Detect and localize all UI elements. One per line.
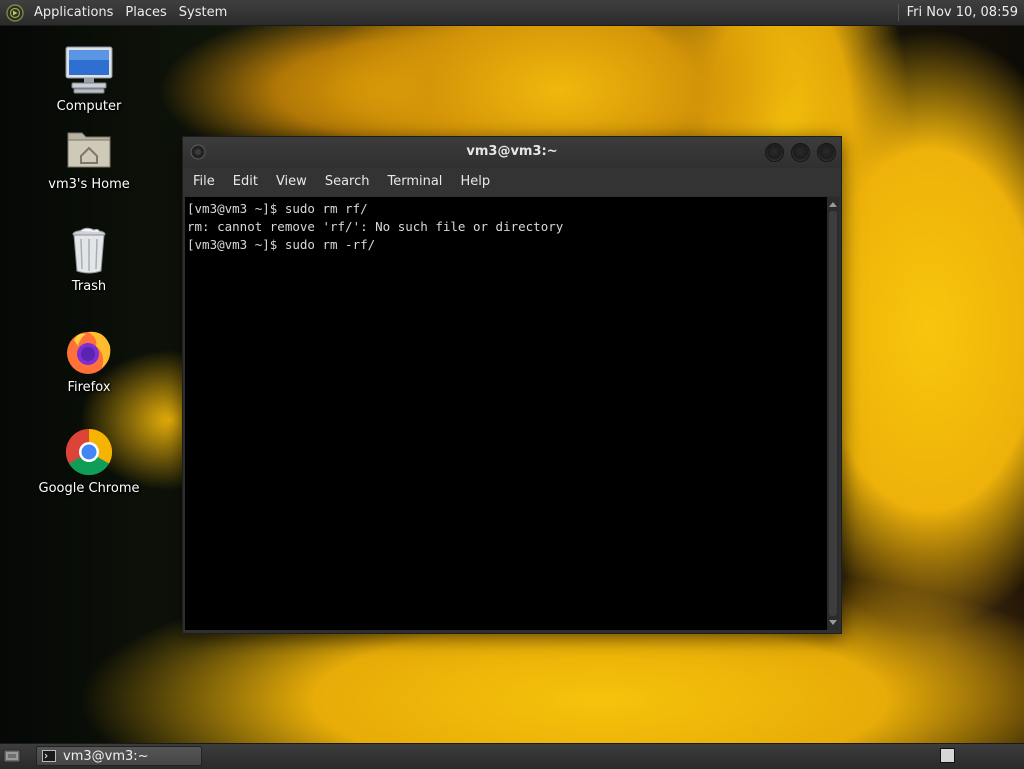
- menu-search[interactable]: Search: [316, 168, 379, 196]
- terminal-line: rm: cannot remove 'rf/': No such file or…: [187, 219, 564, 234]
- desktop-icon-firefox[interactable]: Firefox: [29, 326, 149, 395]
- desktop-icon-label: Trash: [71, 279, 107, 294]
- scroll-thumb[interactable]: [829, 211, 837, 616]
- taskbar-window-button[interactable]: vm3@vm3:~: [36, 746, 202, 766]
- maximize-button[interactable]: [791, 143, 810, 162]
- trash-icon: [72, 227, 106, 274]
- home-folder-icon: [67, 132, 111, 168]
- desktop-icon-label: Firefox: [67, 380, 111, 395]
- terminal-icon: [42, 750, 56, 762]
- applications-menu[interactable]: Applications: [30, 0, 121, 25]
- desktop-icon-chrome[interactable]: Google Chrome: [29, 427, 149, 496]
- desktop-icon-label: Computer: [56, 99, 122, 114]
- menu-help[interactable]: Help: [451, 168, 499, 196]
- panel-separator: [897, 4, 899, 21]
- menu-edit[interactable]: Edit: [224, 168, 267, 196]
- scroll-down-arrow-icon[interactable]: [829, 620, 837, 625]
- top-panel: Applications Places System Fri Nov 10, 0…: [0, 0, 1024, 26]
- clock[interactable]: Fri Nov 10, 08:59: [907, 5, 1018, 20]
- terminal-window[interactable]: vm3@vm3:~ File Edit View Search Terminal…: [182, 136, 842, 634]
- menu-file[interactable]: File: [183, 168, 224, 196]
- terminal-output[interactable]: [vm3@vm3 ~]$ sudo rm rf/ rm: cannot remo…: [185, 197, 827, 630]
- close-button[interactable]: [817, 143, 836, 162]
- chrome-icon: [65, 428, 113, 476]
- taskbar-window-label: vm3@vm3:~: [63, 748, 149, 764]
- workspace-switcher[interactable]: [940, 748, 955, 763]
- desktop-icon-label: Google Chrome: [38, 481, 140, 496]
- menu-view[interactable]: View: [267, 168, 316, 196]
- places-menu[interactable]: Places: [121, 0, 174, 25]
- distro-logo-icon[interactable]: [6, 3, 24, 22]
- system-menu[interactable]: System: [175, 0, 235, 25]
- desktop-icon-label: vm3's Home: [48, 177, 130, 192]
- terminal-line: [vm3@vm3 ~]$ sudo rm rf/: [187, 201, 368, 216]
- window-title: vm3@vm3:~: [466, 144, 558, 159]
- scroll-up-arrow-icon[interactable]: [829, 202, 837, 207]
- computer-icon: [65, 46, 113, 94]
- desktop-icon-home[interactable]: vm3's Home: [29, 127, 149, 192]
- bottom-panel: vm3@vm3:~: [0, 743, 1024, 769]
- terminal-menu-bar: File Edit View Search Terminal Help: [183, 168, 841, 196]
- firefox-icon: [67, 331, 111, 374]
- show-desktop-icon[interactable]: [3, 748, 21, 764]
- minimize-button[interactable]: [765, 143, 784, 162]
- desktop-icon-trash[interactable]: Trash: [29, 227, 149, 294]
- terminal-line: [vm3@vm3 ~]$ sudo rm -rf/: [187, 237, 376, 252]
- desktop-icon-computer[interactable]: Computer: [29, 45, 149, 114]
- menu-terminal[interactable]: Terminal: [378, 168, 451, 196]
- title-bar[interactable]: vm3@vm3:~: [183, 137, 841, 167]
- terminal-scrollbar[interactable]: [827, 197, 839, 630]
